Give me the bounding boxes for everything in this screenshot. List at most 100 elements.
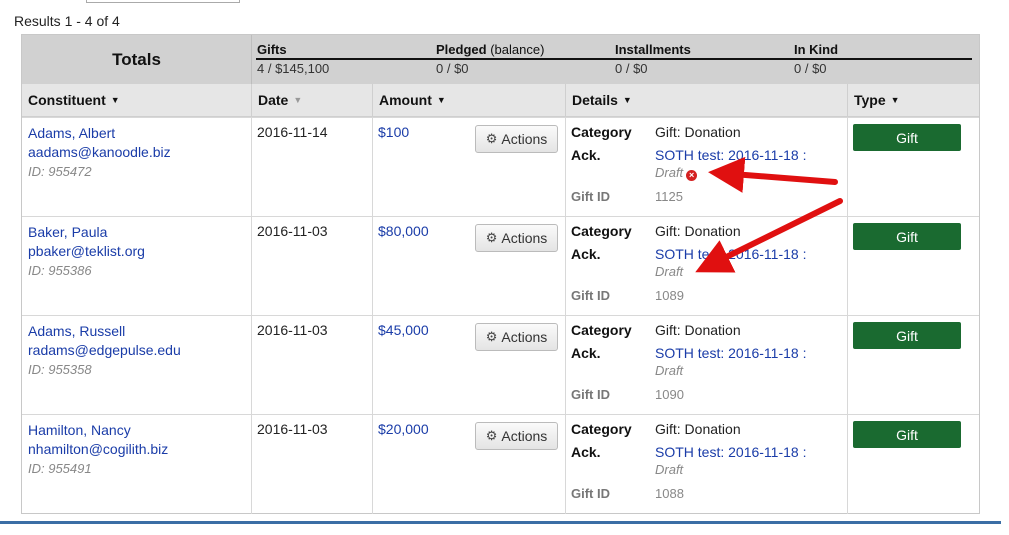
caret-down-icon: ▼ [890,95,900,105]
column-divider [847,217,848,316]
ack-status: Draft × [655,165,698,181]
ack-link[interactable]: SOTH test: 2016-11-18 : [655,246,806,262]
column-divider [251,217,252,316]
category-label: Category [571,322,632,338]
table-row: Adams, Albert aadams@kanoodle.biz ID: 95… [22,117,979,217]
caret-down-icon: ▼ [436,95,446,105]
column-divider [565,316,566,415]
gear-icon: ⚙ [485,230,498,245]
ack-label: Ack. [571,444,601,460]
actions-button[interactable]: ⚙ Actions [475,323,558,351]
gift-amount-link[interactable]: $100 [378,124,409,140]
constituent-email-link[interactable]: pbaker@teklist.org [28,242,145,261]
column-header-type[interactable]: Type ▼ [847,84,979,116]
ack-label: Ack. [571,345,601,361]
column-divider [565,118,566,217]
column-divider [372,316,373,415]
gift-amount-link[interactable]: $45,000 [378,322,429,338]
totals-gifts-value: 4 / $145,100 [257,61,330,76]
constituent-name-link[interactable]: Adams, Albert [28,124,171,143]
actions-button[interactable]: ⚙ Actions [475,125,558,153]
constituent-email-link[interactable]: aadams@kanoodle.biz [28,143,171,162]
caret-down-icon: ▼ [293,95,303,105]
totals-divider [251,35,252,84]
ack-link[interactable]: SOTH test: 2016-11-18 : [655,444,806,460]
column-divider [251,316,252,415]
gift-type-button[interactable]: Gift [853,322,961,349]
column-divider [847,316,848,415]
actions-button[interactable]: ⚙ Actions [475,422,558,450]
results-count: Results 1 - 4 of 4 [14,13,120,29]
actions-button-label: Actions [501,131,548,147]
constituent-email-link[interactable]: radams@edgepulse.edu [28,341,181,360]
column-header-details-label: Details [572,92,618,108]
column-divider [372,415,373,514]
column-header-amount-label: Amount [379,92,432,108]
gift-type-button[interactable]: Gift [853,421,961,448]
category-value: Gift: Donation [655,322,741,338]
gift-amount-link[interactable]: $20,000 [378,421,429,437]
constituent-id: ID: 955386 [28,263,92,278]
column-header-details[interactable]: Details ▼ [565,84,847,116]
ack-label: Ack. [571,147,601,163]
category-label: Category [571,124,632,140]
ack-link[interactable]: SOTH test: 2016-11-18 : [655,147,806,163]
column-header-date[interactable]: Date ▼ [251,84,372,116]
column-divider [847,415,848,514]
totals-installments-value: 0 / $0 [615,61,648,76]
actions-button[interactable]: ⚙ Actions [475,224,558,252]
totals-pledged-title-text: Pledged [436,42,487,57]
totals-installments-title: Installments [615,42,691,57]
bottom-bar [0,521,1001,524]
category-label: Category [571,421,632,437]
table-row: Hamilton, Nancy nhamilton@cogilith.biz I… [22,414,979,514]
gift-id-label: Gift ID [571,486,610,501]
gift-date: 2016-11-03 [257,322,328,338]
column-divider [565,415,566,514]
column-divider [565,217,566,316]
category-value: Gift: Donation [655,124,741,140]
column-header-date-label: Date [258,92,289,108]
totals-underline [256,58,972,60]
gear-icon: ⚙ [485,329,498,344]
gift-id-label: Gift ID [571,189,610,204]
constituent-name-link[interactable]: Adams, Russell [28,322,181,341]
ack-status: Draft [655,462,684,477]
constituent-id: ID: 955491 [28,461,92,476]
gift-date: 2016-11-03 [257,421,328,437]
gift-date: 2016-11-14 [257,124,328,140]
totals-label: Totals [112,49,161,69]
gear-icon: ⚙ [485,131,498,146]
gift-id-value: 1125 [655,189,683,204]
constituent-cell: Baker, Paula pbaker@teklist.org ID: 9553… [28,223,145,280]
column-header-type-label: Type [854,92,886,108]
constituent-email-link[interactable]: nhamilton@cogilith.biz [28,440,168,459]
table-row: Adams, Russell radams@edgepulse.edu ID: … [22,315,979,415]
caret-down-icon: ▼ [110,95,120,105]
constituent-cell: Hamilton, Nancy nhamilton@cogilith.biz I… [28,421,168,478]
gift-id-value: 1090 [655,387,684,402]
column-header-amount[interactable]: Amount ▼ [372,84,565,116]
totals-pledged: Pledged (balance) 0 / $0 [436,42,544,76]
ack-link[interactable]: SOTH test: 2016-11-18 : [655,345,806,361]
gift-type-button[interactable]: Gift [853,223,961,250]
category-value: Gift: Donation [655,421,741,437]
column-divider [847,118,848,217]
gift-amount-link[interactable]: $80,000 [378,223,429,239]
top-input-box[interactable] [86,0,240,3]
column-divider [372,118,373,217]
constituent-cell: Adams, Albert aadams@kanoodle.biz ID: 95… [28,124,171,181]
column-header-constituent[interactable]: Constituent ▼ [22,84,251,116]
gear-icon: ⚙ [485,428,498,443]
gift-type-button[interactable]: Gift [853,124,961,151]
actions-button-label: Actions [501,230,548,246]
error-x-icon[interactable]: × [686,170,698,181]
gifts-table: Totals Gifts 4 / $145,100 Pledged (balan… [21,34,980,514]
table-row: Baker, Paula pbaker@teklist.org ID: 9553… [22,216,979,316]
totals-inkind-title: In Kind [794,42,839,57]
actions-button-label: Actions [501,329,548,345]
constituent-name-link[interactable]: Hamilton, Nancy [28,421,168,440]
constituent-name-link[interactable]: Baker, Paula [28,223,145,242]
ack-label: Ack. [571,246,601,262]
ack-status: Draft [655,264,684,279]
